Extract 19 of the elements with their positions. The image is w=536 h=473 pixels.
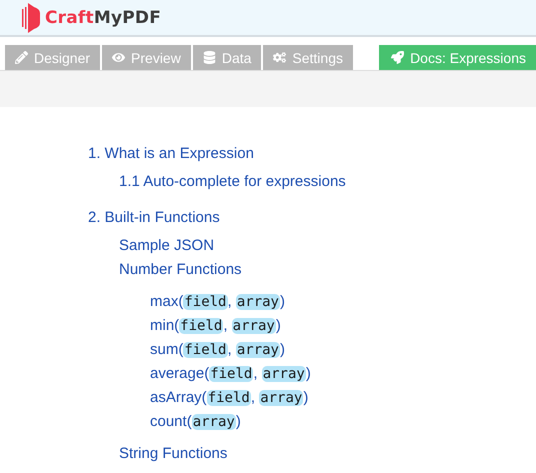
- toc-link[interactable]: Sample JSON: [119, 234, 536, 258]
- toc-link[interactable]: asArray(field, array): [150, 386, 536, 410]
- database-icon: [202, 51, 216, 64]
- toc-link[interactable]: String Functions: [119, 442, 536, 466]
- logo-icon: [22, 2, 42, 32]
- gears-icon: [273, 51, 286, 64]
- toc-link[interactable]: 2. Built-in Functions: [88, 206, 536, 230]
- eye-icon: [112, 51, 126, 64]
- toc-link[interactable]: max(field, array): [150, 290, 536, 314]
- rocket-icon: [391, 51, 404, 64]
- toc-link[interactable]: 1.1 Auto-complete for expressions: [119, 170, 536, 194]
- toc-link[interactable]: min(field, array): [150, 314, 536, 338]
- logo-text: CraftMyPDF: [45, 8, 162, 28]
- toc-link[interactable]: count(array): [150, 410, 536, 434]
- toc-link[interactable]: sum(field, array): [150, 338, 536, 362]
- toc-link[interactable]: Number Functions: [119, 258, 536, 282]
- toc-link[interactable]: 1. What is an Expression: [88, 142, 536, 166]
- toc-link[interactable]: average(field, array): [150, 362, 536, 386]
- pencil-icon: [15, 51, 28, 64]
